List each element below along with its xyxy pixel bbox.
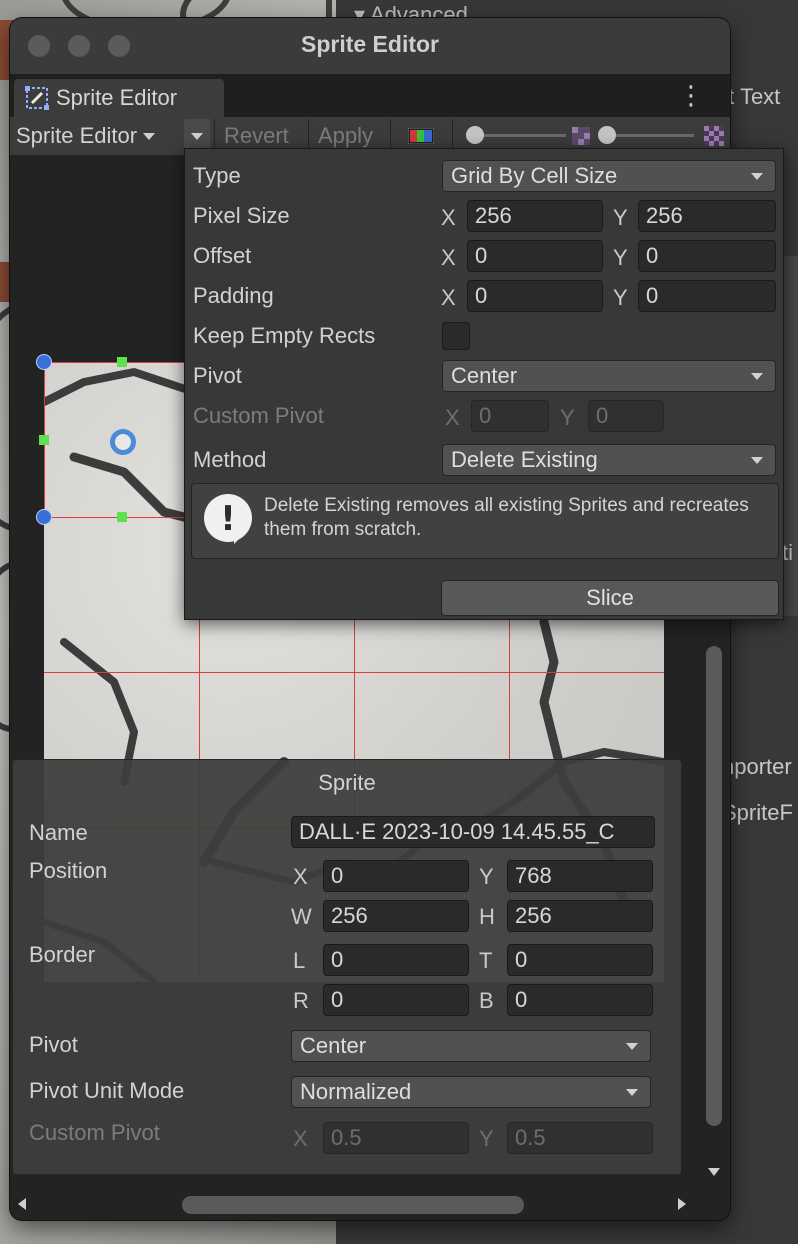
border-label: Border [29,942,96,967]
sprite-panel-title: Sprite [318,770,376,795]
keep-empty-rects-checkbox[interactable] [442,322,470,350]
chevron-down-icon [751,373,763,380]
sprite-name-field[interactable]: DALL·E 2023-10-09 14.45.55_C [291,816,655,848]
background-inspector-text: nporter [722,754,792,779]
slice-pivot-dropdown[interactable]: Center [442,360,776,392]
sprite-inspector-panel: Sprite Name DALL·E 2023-10-09 14.45.55_C… [12,759,682,1175]
chevron-down-icon [751,457,763,464]
sprite-editor-icon [24,85,50,111]
position-w-field[interactable]: 256 [323,900,469,932]
padding-x-field[interactable]: 0 [467,280,603,312]
border-t-field[interactable]: 0 [507,944,653,976]
slice-type-dropdown[interactable]: Grid By Cell Size [442,160,776,192]
position-x-field[interactable]: 0 [323,860,469,892]
pixel-size-x-field[interactable]: 256 [467,200,603,232]
custom-pivot-x-field: 0.5 [323,1122,469,1154]
edge-handle[interactable] [39,435,49,445]
window-title: Sprite Editor [300,31,439,57]
tab-label: Sprite Editor [56,85,178,110]
zoom-slider-handle[interactable] [466,126,484,144]
chevron-down-icon [626,1043,638,1050]
type-label: Type [193,163,241,188]
border-l-field[interactable]: 0 [323,944,469,976]
name-label: Name [29,820,88,845]
chevron-down-icon [143,132,156,140]
keep-empty-rects-label: Keep Empty Rects [193,323,376,348]
mode-label: Sprite Editor [16,123,138,148]
tab-sprite-editor[interactable]: Sprite Editor [14,79,224,117]
pixel-size-label: Pixel Size [193,203,290,228]
padding-y-field[interactable]: 0 [638,280,776,312]
slice-custom-pivot-x-field: 0 [471,400,549,432]
pivot-unit-mode-label: Pivot Unit Mode [29,1078,185,1103]
offset-x-field[interactable]: 0 [467,240,603,272]
chevron-down-icon [191,132,203,140]
mip-slider-track[interactable] [604,134,694,137]
background-inspector-text: SpriteF [722,800,793,825]
background-inspector-text: ıt Text [722,84,781,109]
rgb-icon [408,128,434,144]
zoom-slider-track[interactable] [474,134,566,137]
info-icon: ! [204,494,252,544]
edge-handle[interactable] [117,357,127,367]
padding-label: Padding [193,283,274,308]
slice-settings-popup: Type Grid By Cell Size Pixel Size X 256 … [184,148,784,620]
scroll-left-arrow-icon[interactable] [18,1198,26,1210]
offset-label: Offset [193,243,252,268]
offset-y-field[interactable]: 0 [638,240,776,272]
method-label: Method [193,447,267,472]
chevron-down-icon [626,1089,638,1096]
sprite-pivot-dropdown[interactable]: Center [291,1030,651,1062]
method-help-text: Delete Existing removes all existing Spr… [264,495,749,540]
pivot-label: Pivot [193,363,242,388]
corner-handle[interactable] [36,354,52,370]
custom-pivot-label: Custom Pivot [193,403,324,428]
vertical-scrollbar[interactable] [706,646,722,1126]
pivot-label: Pivot [29,1032,78,1057]
slice-button[interactable]: Slice [441,580,779,616]
custom-pivot-y-field: 0.5 [507,1122,653,1154]
tab-bar: Sprite Editor [10,75,730,117]
slice-custom-pivot-y-field: 0 [588,400,664,432]
pixel-size-y-field[interactable]: 256 [638,200,776,232]
position-y-field[interactable]: 768 [507,860,653,892]
edge-handle[interactable] [117,512,127,522]
pivot-handle[interactable] [110,429,136,455]
border-b-field[interactable]: 0 [507,984,653,1016]
chevron-down-icon [751,173,763,180]
position-label: Position [29,858,108,883]
horizontal-scrollbar[interactable] [182,1196,524,1214]
mip-slider-handle[interactable] [598,126,616,144]
title-bar: Sprite Editor [10,18,730,75]
slice-method-dropdown[interactable]: Delete Existing [442,444,776,476]
mode-dropdown[interactable]: Sprite Editor [16,117,156,155]
pivot-unit-mode-dropdown[interactable]: Normalized [291,1076,651,1108]
scroll-right-arrow-icon[interactable] [678,1198,686,1210]
scroll-down-arrow-icon[interactable] [708,1168,720,1176]
position-h-field[interactable]: 256 [507,900,653,932]
custom-pivot-label: Custom Pivot [29,1120,160,1145]
border-r-field[interactable]: 0 [323,984,469,1016]
method-help-box: ! Delete Existing removes all existing S… [191,483,779,559]
more-options-icon[interactable]: ⋮ [678,82,704,108]
corner-handle[interactable] [36,509,52,525]
